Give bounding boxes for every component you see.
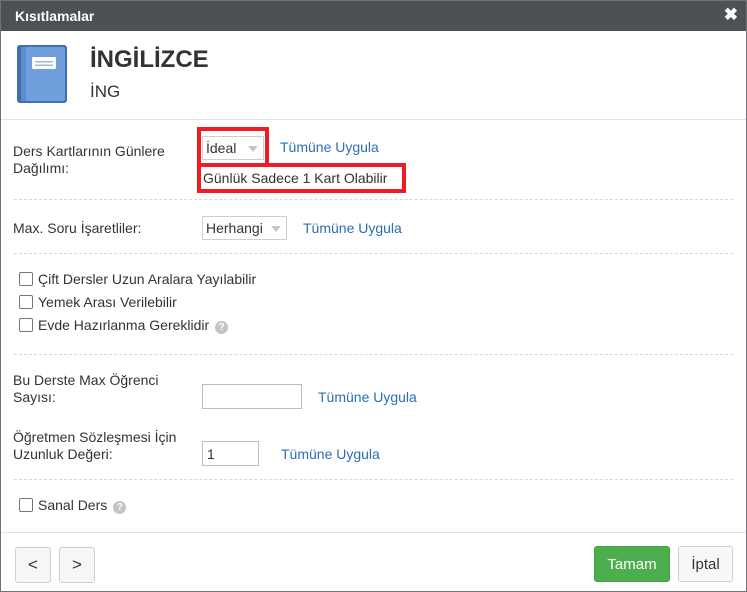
header-divider xyxy=(1,119,746,120)
lunch-break-checkbox[interactable] xyxy=(19,295,33,309)
cancel-button[interactable]: İptal xyxy=(678,546,733,582)
dialog-titlebar: Kısıtlamalar ✖ xyxy=(1,1,746,31)
chevron-down-icon xyxy=(248,146,258,152)
contract-length-input[interactable] xyxy=(202,441,259,466)
restrictions-dialog: Kısıtlamalar ✖ İNGİLİZCE İNG Ders Kartla… xyxy=(0,0,747,592)
distribution-select[interactable]: İdeal xyxy=(202,136,264,160)
contract-length-apply-all-link[interactable]: Tümüne Uygula xyxy=(281,446,380,462)
section-divider xyxy=(14,253,733,254)
contract-length-label-line1: Öğretmen Sözleşmesi İçin xyxy=(13,429,177,445)
section-divider xyxy=(14,479,733,480)
max-students-label: Bu Derste Max Öğrenci Sayısı: xyxy=(13,372,159,406)
section-divider xyxy=(14,199,733,200)
chevron-down-icon xyxy=(271,226,281,232)
distribution-hint: Günlük Sadece 1 Kart Olabilir xyxy=(203,170,388,186)
max-marks-apply-all-link[interactable]: Tümüne Uygula xyxy=(303,220,402,236)
distribution-apply-all-link[interactable]: Tümüne Uygula xyxy=(280,139,379,155)
next-button[interactable]: > xyxy=(59,547,95,583)
max-students-label-line2: Sayısı: xyxy=(13,389,56,405)
book-icon xyxy=(17,45,67,103)
home-prep-label: Evde Hazırlanma Gereklidir xyxy=(38,317,210,333)
home-prep-checkbox[interactable] xyxy=(19,318,33,332)
contract-length-label-line2: Uzunluk Değeri: xyxy=(13,446,113,462)
distribution-label-line2: Dağılımı: xyxy=(13,160,70,176)
distribution-label-line1: Ders Kartlarının Günlere xyxy=(13,143,165,159)
max-marks-select[interactable]: Herhangi xyxy=(202,216,287,240)
max-students-apply-all-link[interactable]: Tümüne Uygula xyxy=(318,389,417,405)
home-prep-label-wrap: Evde Hazırlanma Gereklidir? xyxy=(38,317,229,334)
dialog-footer: < > Tamam İptal xyxy=(1,533,746,591)
max-students-input[interactable] xyxy=(202,384,302,409)
help-icon[interactable]: ? xyxy=(215,321,229,334)
section-divider xyxy=(14,354,733,355)
contract-length-label: Öğretmen Sözleşmesi İçin Uzunluk Değeri: xyxy=(13,429,176,463)
distribution-label: Ders Kartlarının Günlere Dağılımı: xyxy=(13,143,165,177)
double-lessons-checkbox[interactable] xyxy=(19,272,33,286)
lunch-break-label: Yemek Arası Verilebilir xyxy=(38,294,177,310)
ok-button[interactable]: Tamam xyxy=(594,546,670,582)
max-students-label-line1: Bu Derste Max Öğrenci xyxy=(13,372,159,388)
previous-button[interactable]: < xyxy=(15,547,51,583)
virtual-lesson-label: Sanal Ders xyxy=(38,497,108,513)
max-marks-label: Max. Soru İşaretliler: xyxy=(13,220,142,236)
max-marks-selected-value: Herhangi xyxy=(206,220,263,236)
course-name: İNGİLİZCE xyxy=(90,46,209,73)
virtual-lesson-checkbox[interactable] xyxy=(19,498,33,512)
virtual-lesson-label-wrap: Sanal Ders? xyxy=(38,497,127,514)
help-icon[interactable]: ? xyxy=(113,501,127,514)
dialog-title: Kısıtlamalar xyxy=(15,8,95,24)
double-lessons-label: Çift Dersler Uzun Aralara Yayılabilir xyxy=(38,271,257,287)
distribution-selected-value: İdeal xyxy=(206,140,237,156)
course-header: İNGİLİZCE İNG xyxy=(1,31,746,119)
course-code: İNG xyxy=(90,82,121,101)
close-icon[interactable]: ✖ xyxy=(724,5,738,25)
